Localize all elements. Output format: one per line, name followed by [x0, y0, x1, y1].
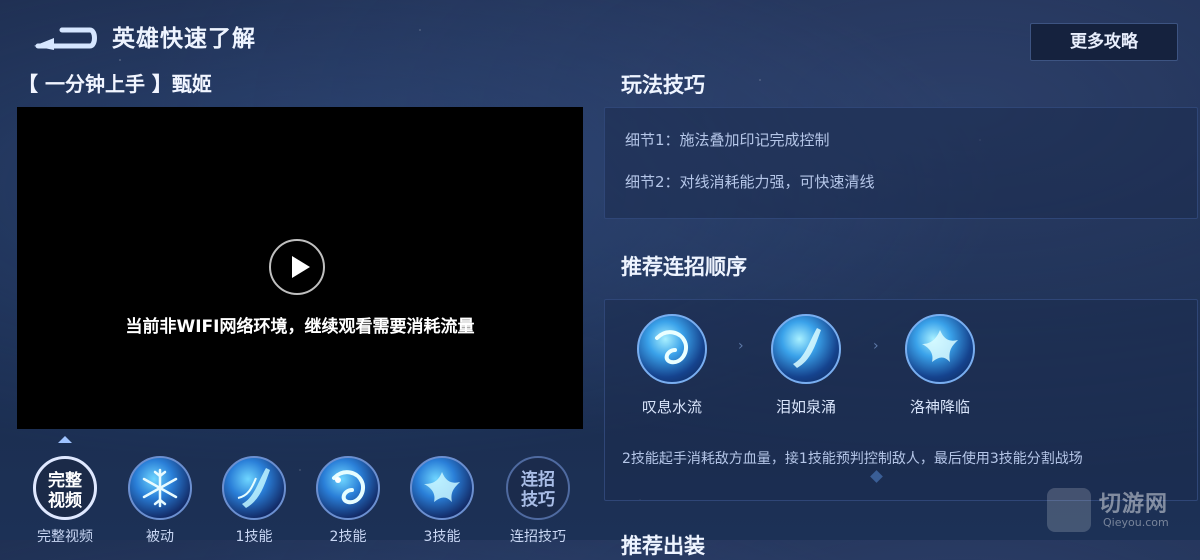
skill-2-icon [316, 456, 380, 520]
skill-name: 洛神降临 [909, 398, 970, 416]
play-icon[interactable] [269, 239, 325, 295]
diamond-divider-icon [870, 470, 883, 483]
tab-passive[interactable]: 被动 [120, 456, 200, 546]
collapse-arrow-icon[interactable] [58, 436, 72, 443]
tab-skill-1[interactable]: 1技能 [214, 456, 294, 546]
watermark-logo-icon [1047, 488, 1091, 532]
tab-skill-3[interactable]: 3技能 [402, 456, 482, 546]
watermark: 切游网 Qieyou.com [1047, 484, 1197, 536]
tips-panel: 细节1：施法叠加印记完成控制 细节2：对线消耗能力强，可快速清线 [604, 107, 1198, 219]
combo-skill: 洛神降临 [895, 314, 985, 417]
snowflake-icon [128, 456, 192, 520]
combo-tips-badge: 连招 技巧 [506, 456, 570, 520]
combo-panel: 叹息水流 › 泪如泉涌 › 洛神降临 2技能起手消耗敌方血量，接1技能预判控制敌… [604, 299, 1198, 501]
network-notice: 当前非WIFI网络环境，继续观看需要消耗流量 [125, 317, 475, 337]
video-title: 【 一分钟上手 】甄姬 [18, 72, 212, 96]
tab-skill-2[interactable]: 2技能 [308, 456, 388, 546]
tab-circle-text: 连招 [521, 470, 555, 490]
skill-1-icon [222, 456, 286, 520]
tab-label: 完整视频 [37, 529, 93, 545]
arrow-right-icon: › [738, 338, 744, 354]
more-guides-button[interactable]: 更多攻略 [1030, 23, 1178, 61]
tab-circle-text: 技巧 [521, 490, 555, 510]
arrow-right-icon: › [873, 338, 879, 354]
skill-3-icon [905, 314, 975, 384]
back-arrow-icon [34, 27, 97, 50]
watermark-text: 切游网 [1099, 492, 1169, 517]
tab-label: 3技能 [423, 529, 461, 545]
page-title: 英雄快速了解 [112, 26, 256, 52]
tab-full-video[interactable]: 完整 视频 完整视频 [25, 456, 105, 546]
back-button[interactable] [32, 20, 98, 52]
tips-section-title: 玩法技巧 [621, 73, 705, 97]
tab-circle-text: 完整 [48, 471, 82, 491]
combo-section-title: 推荐连招顺序 [621, 255, 747, 279]
tab-label: 1技能 [235, 529, 273, 545]
combo-skill: 叹息水流 [627, 314, 717, 417]
tab-circle-text: 视频 [48, 491, 82, 511]
combo-skill: 泪如泉涌 [761, 314, 851, 417]
tip-item: 细节2：对线消耗能力强，可快速清线 [625, 173, 875, 191]
full-video-badge: 完整 视频 [33, 456, 97, 520]
skill-3-icon [410, 456, 474, 520]
skill-2-icon [637, 314, 707, 384]
tab-combo-tips[interactable]: 连招 技巧 连招技巧 [498, 456, 578, 546]
equipment-section-title: 推荐出装 [621, 534, 705, 558]
combo-description: 2技能起手消耗敌方血量，接1技能预判控制敌人，最后使用3技能分割战场 [622, 451, 1083, 467]
tab-label: 被动 [146, 529, 174, 545]
tab-label: 连招技巧 [510, 529, 566, 545]
tab-label: 2技能 [329, 529, 367, 545]
skill-1-icon [771, 314, 841, 384]
tip-item: 细节1：施法叠加印记完成控制 [625, 131, 830, 149]
skill-name: 泪如泉涌 [775, 398, 836, 416]
skill-name: 叹息水流 [641, 398, 702, 416]
video-player[interactable]: 当前非WIFI网络环境，继续观看需要消耗流量 [17, 107, 583, 429]
watermark-subtext: Qieyou.com [1103, 516, 1169, 529]
